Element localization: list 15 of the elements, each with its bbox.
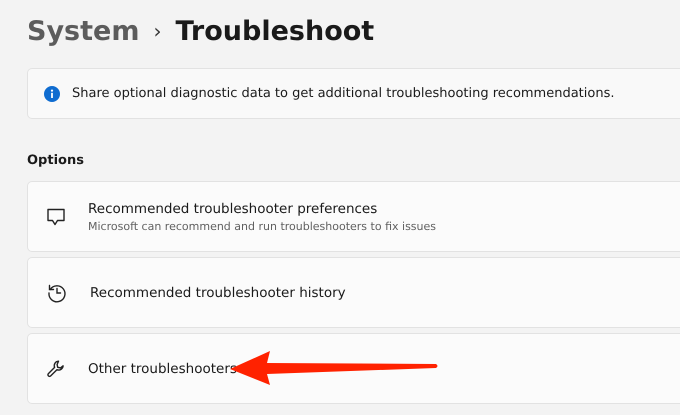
wrench-icon [46, 358, 66, 378]
info-text: Share optional diagnostic data to get additional troubleshooting recommendations. [72, 86, 614, 101]
info-icon [44, 86, 60, 102]
settings-item[interactable]: Other troubleshooters [27, 333, 680, 404]
settings-item[interactable]: Recommended troubleshooter history [27, 257, 680, 328]
section-title: Options [27, 153, 85, 170]
chat-bubble-icon [46, 206, 66, 226]
settings-item[interactable]: Recommended troubleshooter preferences Microsoft can recommend and run troubleshooters to fix issues [27, 181, 680, 252]
item-description: Microsoft can recommend and run troubleshooters to fix issues [88, 220, 436, 232]
breadcrumb-parent[interactable]: System [27, 16, 140, 46]
breadcrumb-separator: › [153, 19, 162, 43]
page-title: Troubleshoot [175, 16, 374, 46]
item-title: Recommended troubleshooter preferences [88, 200, 378, 216]
item-title: Recommended troubleshooter history [90, 284, 346, 300]
item-title: Other troubleshooters [88, 360, 237, 376]
